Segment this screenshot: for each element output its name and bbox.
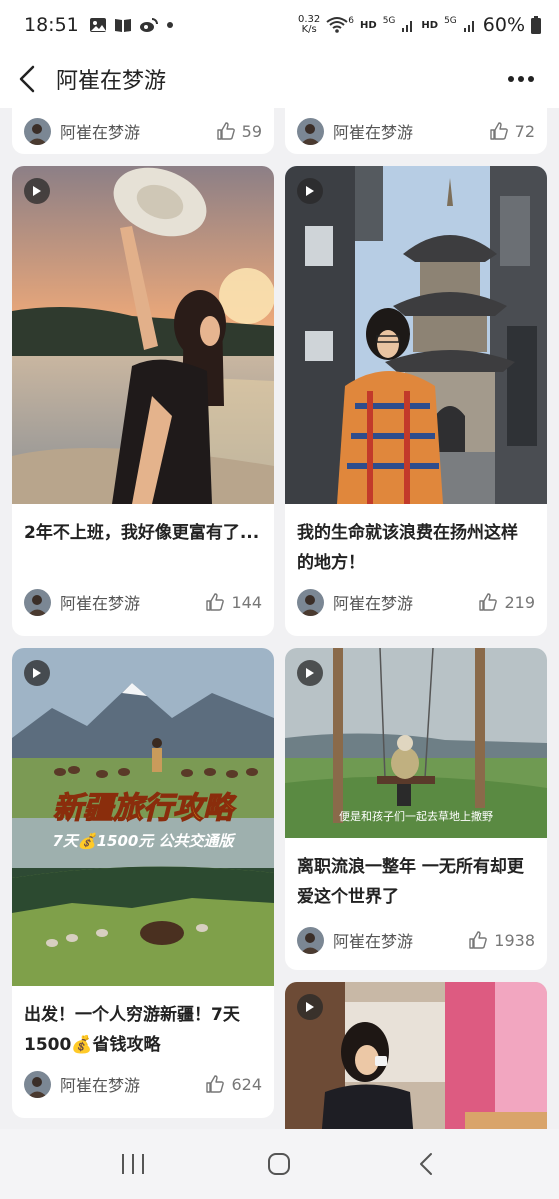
like-count: 624 <box>231 1074 262 1094</box>
play-icon <box>297 660 323 686</box>
like-button[interactable]: 144 <box>205 592 262 612</box>
card-cover-image[interactable] <box>285 982 547 1129</box>
sig-label-2: 5G <box>444 16 457 26</box>
page-title: 阿崔在梦游 <box>56 69 167 94</box>
thumbs-up-icon <box>489 122 508 140</box>
like-button[interactable]: 219 <box>478 592 535 612</box>
play-icon <box>297 178 323 204</box>
home-icon <box>268 1153 291 1175</box>
author-name[interactable]: 阿崔在梦游 <box>333 590 413 614</box>
gallery-icon <box>89 17 107 33</box>
feed-card[interactable]: 我的生命就该浪费在扬州这样的地方！ 阿崔在梦游 219 <box>285 166 547 636</box>
avatar[interactable] <box>24 117 51 145</box>
battery-level: 60% <box>482 14 525 36</box>
cover-subtitle: 7天💰1500元 公共交通版 <box>52 832 236 850</box>
author-name[interactable]: 阿崔在梦游 <box>333 928 413 952</box>
net-speed-unit: K/s <box>301 24 317 35</box>
cover-title: 新疆旅行攻略 <box>53 791 237 826</box>
author-name[interactable]: 阿崔在梦游 <box>60 119 140 143</box>
author-name[interactable]: 阿崔在梦游 <box>60 590 140 614</box>
avatar[interactable] <box>24 1070 51 1098</box>
battery-icon <box>531 16 541 34</box>
avatar[interactable] <box>297 588 324 616</box>
hd-label-1: HD <box>360 19 377 31</box>
like-count: 1938 <box>494 930 535 950</box>
status-bar: 18:51 0.32 K/s 6 HD 5G HD 5G 60% <box>0 0 559 50</box>
recent-apps-icon <box>122 1154 145 1174</box>
recent-apps-button[interactable] <box>103 1139 163 1189</box>
card-cover-image[interactable]: 新疆旅行攻略 7天💰1500元 公共交通版 <box>12 648 274 986</box>
feed-card-partial-left[interactable]: 阿崔在梦游 59 <box>12 108 274 154</box>
thumbs-up-icon <box>469 931 488 949</box>
like-count: 219 <box>504 592 535 612</box>
system-nav-bar <box>0 1129 559 1199</box>
cover-caption: 便是和孩子们一起去草地上撒野 <box>339 809 493 823</box>
like-button[interactable]: 624 <box>205 1074 262 1094</box>
signal-icon-1 <box>401 17 415 33</box>
thumbs-up-icon <box>206 1075 225 1093</box>
notes-feed[interactable]: 阿崔在梦游 59 阿崔在梦游 72 2年不上班，我好像更富有了... 阿崔在梦游… <box>0 108 559 1129</box>
more-dots-icon <box>508 76 534 82</box>
avatar[interactable] <box>297 926 324 954</box>
like-button[interactable]: 59 <box>216 121 262 141</box>
status-time: 18:51 <box>24 14 79 36</box>
feed-card[interactable]: 便是和孩子们一起去草地上撒野 离职流浪一整年 一无所有却更爱这个世界了 阿崔在梦… <box>285 648 547 970</box>
like-button[interactable]: 1938 <box>468 930 535 950</box>
book-icon <box>114 17 132 33</box>
card-cover-image[interactable] <box>285 166 547 504</box>
more-button[interactable] <box>501 59 541 99</box>
author-name[interactable]: 阿崔在梦游 <box>333 119 413 143</box>
system-back-button[interactable] <box>396 1139 456 1189</box>
sig-label-1: 5G <box>382 16 396 26</box>
like-count: 144 <box>231 592 262 612</box>
play-icon <box>297 994 323 1020</box>
feed-card[interactable] <box>285 982 547 1129</box>
card-cover-image[interactable] <box>12 166 274 504</box>
author-name[interactable]: 阿崔在梦游 <box>60 1072 140 1096</box>
avatar[interactable] <box>297 117 324 145</box>
back-button[interactable] <box>18 59 48 99</box>
like-count: 72 <box>514 121 535 141</box>
feed-card-partial-right[interactable]: 阿崔在梦游 72 <box>285 108 547 154</box>
hd-label-2: HD <box>421 19 439 31</box>
play-icon <box>24 178 50 204</box>
thumbs-up-icon <box>206 593 225 611</box>
avatar[interactable] <box>24 588 51 616</box>
thumbs-up-icon <box>479 593 498 611</box>
weibo-icon <box>139 17 159 33</box>
feed-card[interactable]: 新疆旅行攻略 7天💰1500元 公共交通版 出发！一个人穷游新疆！7天1500💰… <box>12 648 274 1118</box>
play-icon <box>24 660 50 686</box>
back-arrow-icon <box>419 1153 432 1175</box>
card-title[interactable]: 2年不上班，我好像更富有了... <box>12 504 274 548</box>
wifi-sub: 6 <box>348 16 355 26</box>
signal-icon-2 <box>463 17 477 33</box>
home-button[interactable] <box>249 1139 309 1189</box>
card-title[interactable]: 出发！一个人穷游新疆！7天1500💰省钱攻略 <box>12 986 274 1060</box>
top-nav: 阿崔在梦游 <box>0 50 559 108</box>
card-cover-image[interactable]: 便是和孩子们一起去草地上撒野 <box>285 648 547 838</box>
like-count: 59 <box>241 121 262 141</box>
card-title[interactable]: 离职流浪一整年 一无所有却更爱这个世界了 <box>285 838 547 912</box>
dot-icon <box>166 21 174 29</box>
wifi-icon <box>326 16 348 34</box>
card-title[interactable]: 我的生命就该浪费在扬州这样的地方！ <box>285 504 547 578</box>
chevron-left-icon <box>19 65 35 93</box>
thumbs-up-icon <box>216 122 235 140</box>
like-button[interactable]: 72 <box>489 121 535 141</box>
feed-card[interactable]: 2年不上班，我好像更富有了... 阿崔在梦游 144 <box>12 166 274 636</box>
